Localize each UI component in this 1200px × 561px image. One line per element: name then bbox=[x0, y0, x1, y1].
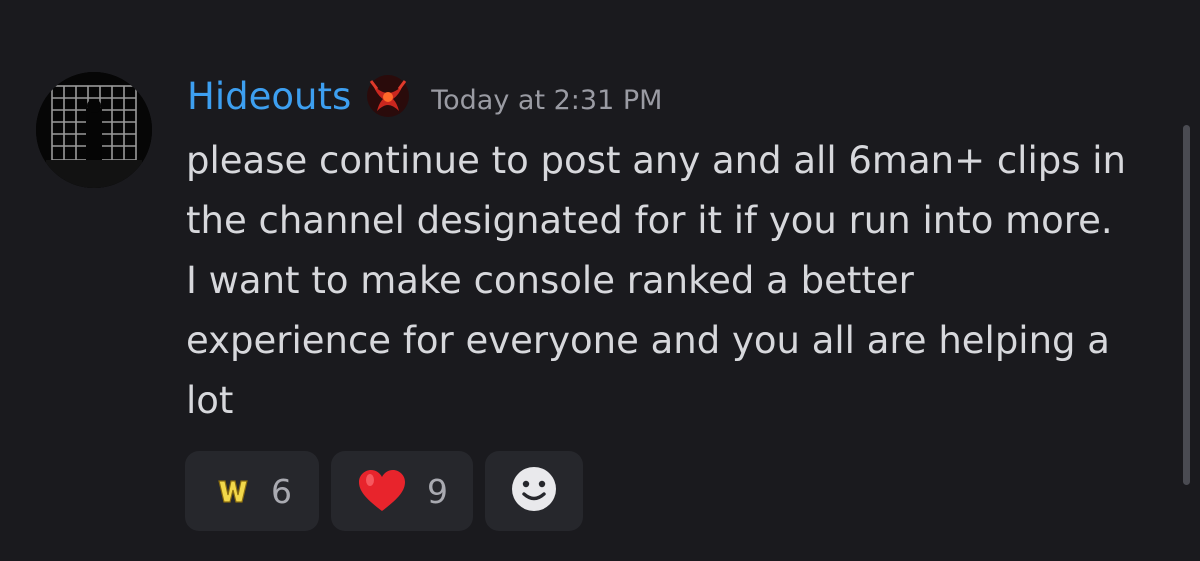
message-header: Hideouts Today at 2:31 PM bbox=[187, 68, 662, 124]
chat-message: Hideouts Today at 2:31 PM please continu… bbox=[0, 0, 1200, 561]
red-heart-icon bbox=[357, 468, 407, 514]
w-emoji-icon bbox=[217, 475, 249, 507]
role-badge-icon[interactable] bbox=[363, 73, 413, 119]
reactions-bar: 6 9 bbox=[185, 451, 583, 531]
reaction-count: 9 bbox=[427, 471, 448, 511]
username[interactable]: Hideouts bbox=[187, 75, 351, 118]
scrollbar[interactable] bbox=[1183, 125, 1190, 485]
message-line: please continue to post any and all 6man… bbox=[186, 139, 1126, 182]
message-content: please continue to post any and all 6man… bbox=[186, 131, 1176, 431]
add-reaction-button[interactable] bbox=[485, 451, 583, 531]
message-line: I want to make console ranked a better bbox=[186, 259, 914, 302]
reaction-heart[interactable]: 9 bbox=[331, 451, 473, 531]
timestamp: Today at 2:31 PM bbox=[431, 84, 663, 116]
smiley-face-icon bbox=[510, 465, 558, 517]
avatar-image bbox=[36, 72, 152, 188]
avatar[interactable] bbox=[36, 72, 152, 188]
reaction-count: 6 bbox=[271, 471, 292, 511]
message-line: experience for everyone and you all are … bbox=[186, 319, 1110, 362]
message-line: the channel designated for it if you run… bbox=[186, 199, 1113, 242]
reaction-w[interactable]: 6 bbox=[185, 451, 319, 531]
message-line: lot bbox=[186, 379, 234, 422]
